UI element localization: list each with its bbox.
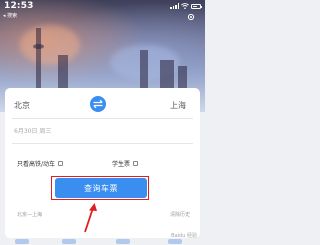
status-icons <box>170 3 202 9</box>
nav-item-icon[interactable] <box>62 239 76 244</box>
watermark: Baidu 经验 <box>171 233 197 239</box>
bottom-nav-peek <box>0 238 205 245</box>
from-station[interactable]: 北京 <box>14 100 30 111</box>
high-speed-only-checkbox[interactable] <box>58 161 64 166</box>
to-station[interactable]: 上海 <box>170 100 186 111</box>
high-speed-only-label: 只看高铁/动车 <box>17 161 56 168</box>
divider <box>12 143 193 144</box>
student-ticket-label: 学生票 <box>112 161 131 168</box>
status-bar: 12:53 <box>0 0 205 14</box>
nav-item-icon[interactable] <box>116 239 130 244</box>
signal-icon <box>170 3 179 9</box>
ticket-search-card: 北京 上海 6月30日 周三 只看高铁/动车 学生票 查询车票 北京—上海 清除… <box>5 88 200 238</box>
battery-icon <box>191 4 202 9</box>
swap-stations-icon[interactable] <box>85 95 111 113</box>
query-tickets-button[interactable]: 查询车票 <box>55 178 147 198</box>
back-link[interactable]: ◂ 搜索 <box>3 12 17 19</box>
divider <box>12 118 193 119</box>
date-selector[interactable]: 6月30日 周三 <box>14 126 51 135</box>
status-time: 12:53 <box>4 1 34 11</box>
high-speed-only-option[interactable]: 只看高铁/动车 <box>17 159 64 168</box>
annotation-arrow-icon <box>84 203 97 233</box>
student-ticket-checkbox[interactable] <box>133 161 139 166</box>
nav-item-icon[interactable] <box>15 239 29 244</box>
gear-icon[interactable] <box>187 13 195 21</box>
student-ticket-option[interactable]: 学生票 <box>112 159 139 168</box>
history-route-item[interactable]: 北京—上海 <box>17 211 42 218</box>
wifi-icon <box>181 3 189 9</box>
clear-history-link[interactable]: 清除历史 <box>170 211 190 218</box>
battery-level <box>192 5 197 8</box>
nav-item-icon[interactable] <box>168 239 182 244</box>
